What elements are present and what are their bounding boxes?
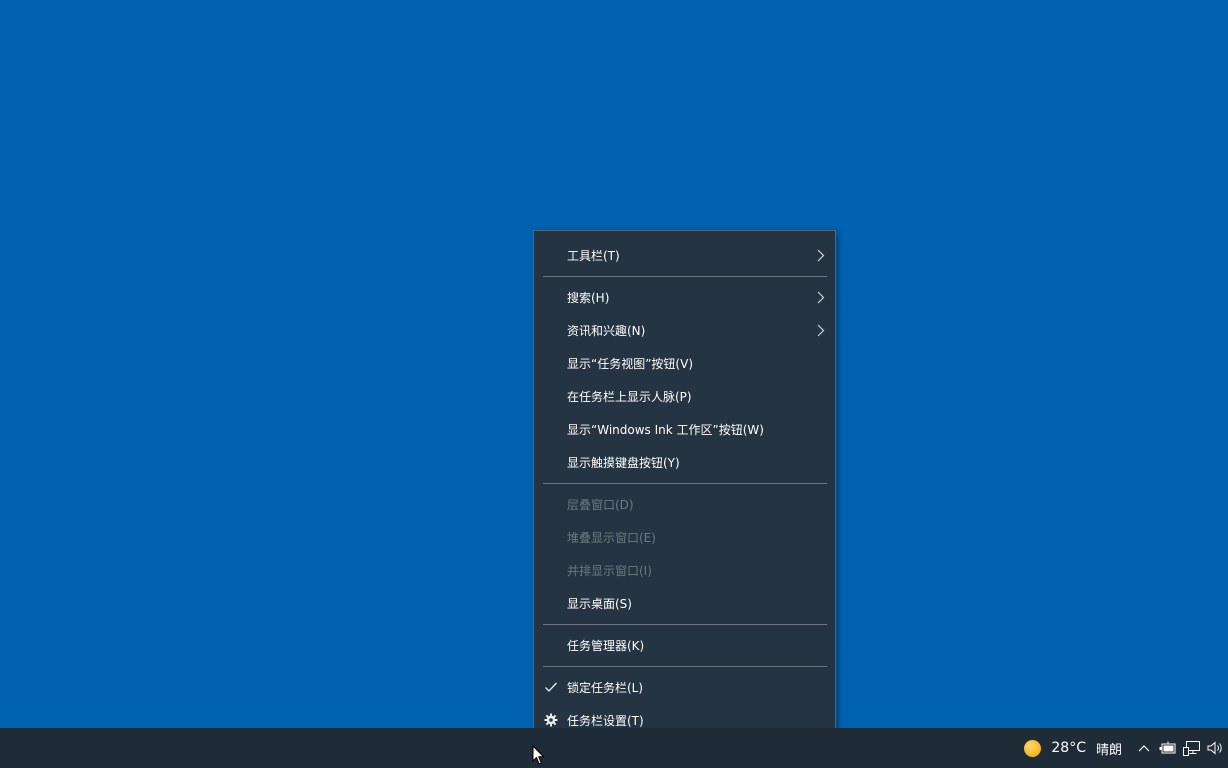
weather-temperature: 28°C <box>1051 740 1086 756</box>
menu-item-label: 并排显示窗口(I) <box>567 564 652 578</box>
menu-item-label: 层叠窗口(D) <box>567 498 634 512</box>
menu-item-side-by-side-windows: 并排显示窗口(I) <box>534 554 835 587</box>
menu-item-label: 任务栏设置(T) <box>567 714 644 728</box>
menu-item-label: 任务管理器(K) <box>567 639 645 653</box>
chevron-right-icon <box>817 324 825 337</box>
menu-item-stack-windows: 堆叠显示窗口(E) <box>534 521 835 554</box>
chevron-right-icon <box>817 249 825 262</box>
menu-item-show-desktop[interactable]: 显示桌面(S) <box>534 587 835 620</box>
chevron-up-icon[interactable] <box>1132 728 1156 768</box>
taskbar[interactable]: 28°C 晴朗 <box>0 728 1228 768</box>
menu-item-show-people[interactable]: 在任务栏上显示人脉(P) <box>534 380 835 413</box>
network-icon[interactable] <box>1180 728 1204 768</box>
battery-icon[interactable] <box>1156 728 1180 768</box>
menu-item-cascade-windows: 层叠窗口(D) <box>534 488 835 521</box>
taskbar-context-menu: 工具栏(T) 搜索(H) 资讯和兴趣(N) 显示“任务视图”按钮(V) 在任务栏… <box>533 230 836 744</box>
menu-item-label: 锁定任务栏(L) <box>567 681 644 695</box>
menu-separator <box>543 624 827 625</box>
menu-separator <box>543 276 827 277</box>
menu-item-toolbars[interactable]: 工具栏(T) <box>534 239 835 272</box>
menu-item-label: 显示触摸键盘按钮(Y) <box>567 456 680 470</box>
gear-icon <box>544 713 558 727</box>
menu-item-touch-keyboard-button[interactable]: 显示触摸键盘按钮(Y) <box>534 446 835 479</box>
menu-item-task-view-button[interactable]: 显示“任务视图”按钮(V) <box>534 347 835 380</box>
volume-icon[interactable] <box>1204 728 1228 768</box>
menu-separator <box>543 666 827 667</box>
menu-item-search[interactable]: 搜索(H) <box>534 281 835 314</box>
menu-item-label: 显示“任务视图”按钮(V) <box>567 357 694 371</box>
menu-item-label: 堆叠显示窗口(E) <box>567 531 656 545</box>
menu-item-label: 工具栏(T) <box>567 249 620 263</box>
menu-item-news-interests[interactable]: 资讯和兴趣(N) <box>534 314 835 347</box>
menu-item-label: 显示“Windows Ink 工作区”按钮(W) <box>567 423 764 437</box>
menu-separator <box>543 483 827 484</box>
weather-condition: 晴朗 <box>1095 742 1122 758</box>
menu-item-windows-ink-button[interactable]: 显示“Windows Ink 工作区”按钮(W) <box>534 413 835 446</box>
menu-item-label: 搜索(H) <box>567 291 610 305</box>
menu-item-label: 显示桌面(S) <box>567 597 632 611</box>
sun-icon <box>1024 739 1042 757</box>
system-tray: 28°C 晴朗 <box>1016 728 1228 768</box>
menu-item-task-manager[interactable]: 任务管理器(K) <box>534 629 835 662</box>
weather-widget[interactable]: 28°C 晴朗 <box>1016 728 1132 768</box>
menu-item-label: 在任务栏上显示人脉(P) <box>567 390 692 404</box>
chevron-right-icon <box>817 291 825 304</box>
mouse-cursor-icon <box>532 745 545 765</box>
menu-item-label: 资讯和兴趣(N) <box>567 324 646 338</box>
menu-item-lock-taskbar[interactable]: 锁定任务栏(L) <box>534 671 835 704</box>
checkmark-icon <box>545 682 557 692</box>
